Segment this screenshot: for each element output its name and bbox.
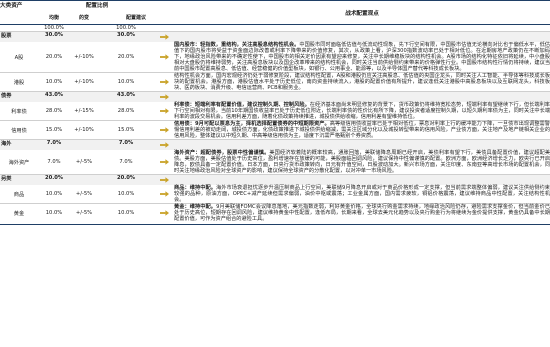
asset-range: +/-10% (70, 72, 98, 92)
asset-view: 商品：维持中配。海外市场衰退担忧逐步升温压制商品上行空间，美联储9月降息开启或对… (174, 185, 550, 204)
category-row: 另类 20.0% 20.0% (0, 174, 550, 185)
category-neutral: 30.0% (38, 31, 70, 42)
header-view: 战术配置观点 (174, 0, 550, 25)
category-name: 另类 (0, 174, 38, 185)
category-name: 股票 (0, 31, 38, 42)
asset-row: 黄金 10.0% +/-5% 10.0% 黄金：维持中配。9月美联储FOMC会议降息落地… (0, 203, 550, 222)
category-row: 债券 43.0% 43.0% (0, 91, 550, 102)
arrow-right-icon (159, 159, 169, 165)
asset-name: 海外资产 (8, 159, 30, 166)
asset-row: 利率债 28.0% +/-15% 28.0% 利率债：短端利率有配置价值，建议控制久期、… (0, 102, 550, 121)
asset-allocation: 7.0% (119, 159, 133, 165)
allocation-table: 大类资产 配置比例 战术配置观点 均衡 的变 配置建议 100.0% 100.0… (0, 0, 550, 225)
asset-view: 结构性机会方面，国内宏观经济仍处于弱修复阶段，建议结构性配置，A股和港股仍应关注… (174, 72, 550, 92)
arrow-right-icon (159, 127, 169, 133)
category-row: 海外 7.0% 7.0% (0, 139, 550, 150)
asset-name: 信用债 (0, 120, 38, 140)
asset-neutral: 7.0% (47, 159, 61, 165)
total-neutral: 100.0% (44, 25, 64, 31)
asset-row: A股 20.0% +/-10% 20.0% 国内股市：轻指数，重结构，关注高股息结构性机… (0, 42, 550, 73)
arrow-right-icon (159, 210, 169, 216)
asset-name: 商品 (13, 191, 25, 198)
asset-row: 商品 10.0% +/-5% 10.0% 商品：维持中配。海外市场衰退担忧逐步升温压制商… (0, 185, 550, 204)
category-allocation: 30.0% (98, 31, 155, 42)
asset-view: 海外资产：超配债券，股票中性偏谨慎。美国经济软着陆的概率较高，通胀回落，美联储降… (174, 150, 550, 175)
asset-row: 海外资产 7.0% +/-5% 7.0% 海外资产：超配债券，股票中性偏谨慎。美国经济软… (0, 150, 550, 175)
asset-name: 利率债 (11, 108, 27, 115)
asset-neutral: 10.0% (45, 191, 63, 197)
asset-neutral: 28.0% (45, 108, 63, 114)
asset-name: A股 (14, 54, 24, 61)
header-neutral: 均衡 (38, 14, 70, 25)
asset-neutral: 20.0% (45, 54, 63, 60)
asset-allocation: 20.0% (117, 54, 135, 60)
view-body: 海外市场衰退担忧逐步升温压制商品上行空间，美联储9月降息开启或对于商品价格形成一… (174, 185, 550, 203)
arrow-right-icon (159, 79, 169, 85)
header-range: 的变 (70, 14, 98, 25)
category-neutral: 20.0% (38, 174, 70, 185)
asset-range: +/-10% (74, 54, 94, 60)
category-neutral: 7.0% (38, 139, 70, 150)
asset-allocation: 10.0% (98, 203, 155, 222)
category-allocation: 7.0% (98, 139, 155, 150)
asset-range: +/-5% (75, 191, 93, 197)
asset-row: 信用债 15.0% +/-10% 15.0% 信用债：9月可配以票息为主，择机选择配置债… (0, 120, 550, 140)
asset-range: +/-10% (70, 120, 98, 140)
header-advice: 配置建议 (98, 14, 175, 25)
arrow-right-icon (159, 142, 169, 148)
asset-neutral: 15.0% (38, 120, 70, 140)
arrow-right-icon (159, 191, 169, 197)
arrow-right-icon (159, 177, 169, 183)
category-name: 债券 (0, 91, 38, 102)
asset-view: 国内股市：轻指数，重结构，关注高股息结构性机会。中国股市同时面临低估值与低流动性… (174, 42, 550, 73)
arrow-right-icon (159, 34, 169, 40)
asset-range: +/-15% (74, 108, 94, 114)
arrow-right-icon (159, 108, 169, 114)
category-allocation: 20.0% (98, 174, 155, 185)
category-name: 海外 (0, 139, 38, 150)
header-asset-class: 大类资产 (0, 0, 38, 14)
asset-allocation: 10.0% (117, 191, 135, 197)
arrow-right-icon (159, 54, 169, 60)
category-row: 股票 30.0% 30.0% (0, 31, 550, 42)
view-body: 结构性机会方面，国内宏观经济仍处于弱修复阶段，建议结构性配置，A股和港股仍应关注… (174, 73, 550, 91)
arrow-right-icon (159, 94, 169, 100)
asset-allocation: 28.0% (117, 108, 135, 114)
asset-view: 信用债：9月可配以票息为主，择机选择配置债券的中短期限资产。高等级信用债收益率已… (174, 120, 550, 140)
asset-allocation: 10.0% (98, 72, 155, 92)
asset-neutral: 10.0% (38, 203, 70, 222)
asset-range: +/-5% (75, 159, 93, 165)
asset-neutral: 10.0% (38, 72, 70, 92)
category-allocation: 43.0% (98, 91, 155, 102)
asset-allocation: 15.0% (98, 120, 155, 140)
category-neutral: 43.0% (38, 91, 70, 102)
asset-name: 港股 (0, 72, 38, 92)
header-ratio: 配置比例 (70, 0, 125, 14)
total-allocation: 100.0% (116, 25, 136, 31)
asset-range: +/-5% (70, 203, 98, 222)
asset-view: 黄金：维持中配。9月美联储FOMC会议降息落地，美元指数走弱，利好黄金价格，全球… (174, 203, 550, 222)
asset-row: 港股 10.0% +/-10% 10.0% 结构性机会方面，国内宏观经济仍处于弱修复阶段… (0, 72, 550, 92)
asset-view: 利率债：短端利率有配置价值，建议控制久期、控制风险。在经济基本面尚未明显修复的背… (174, 102, 550, 121)
asset-name: 黄金 (0, 203, 38, 222)
view-body: 9月美联储FOMC会议降息落地，美元指数走弱，利好黄金价格，全球央行购金需求持续… (174, 204, 550, 222)
